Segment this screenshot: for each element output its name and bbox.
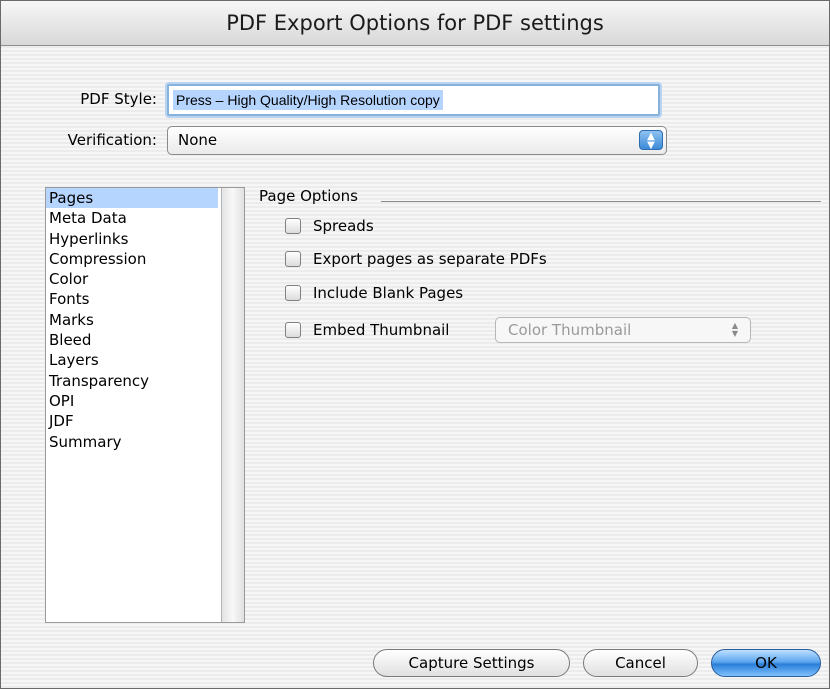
window-title: PDF Export Options for PDF settings — [226, 11, 604, 35]
spreads-option[interactable]: Spreads — [285, 215, 374, 237]
separate-pdfs-checkbox[interactable] — [285, 251, 301, 267]
popup-arrows-icon: ▲ ▼ — [731, 321, 738, 338]
pdf-style-value: Press – High Quality/High Resolution cop… — [173, 90, 443, 110]
list-item-color[interactable]: Color — [46, 269, 218, 289]
blank-pages-checkbox[interactable] — [285, 285, 301, 301]
list-item-compression[interactable]: Compression — [46, 249, 218, 269]
list-item-opi[interactable]: OPI — [46, 391, 218, 411]
list-scrollbar[interactable] — [221, 188, 244, 622]
verification-label: Verification: — [67, 131, 157, 149]
list-item-marks[interactable]: Marks — [46, 310, 218, 330]
list-item-pages[interactable]: Pages — [46, 188, 218, 209]
list-item-jdf[interactable]: JDF — [46, 411, 218, 431]
capture-settings-label: Capture Settings — [408, 654, 535, 672]
separate-pdfs-option[interactable]: Export pages as separate PDFs — [285, 248, 547, 270]
list-item-summary[interactable]: Summary — [46, 432, 218, 452]
cancel-label: Cancel — [615, 654, 666, 672]
list-item-layers[interactable]: Layers — [46, 350, 218, 370]
verification-value: None — [178, 131, 218, 149]
ok-label: OK — [755, 654, 777, 672]
ok-button[interactable]: OK — [711, 649, 821, 677]
list-item-transparency[interactable]: Transparency — [46, 371, 218, 391]
spreads-checkbox[interactable] — [285, 218, 301, 234]
list-item-meta-data[interactable]: Meta Data — [46, 208, 218, 228]
spreads-label: Spreads — [313, 217, 374, 235]
title-bar[interactable]: PDF Export Options for PDF settings — [1, 1, 829, 46]
popup-arrows-icon: ▲ ▼ — [639, 130, 663, 151]
thumbnail-checkbox[interactable] — [285, 322, 301, 338]
dialog-window: PDF Export Options for PDF settings PDF … — [0, 0, 830, 689]
category-list[interactable]: Pages Meta Data Hyperlinks Compression C… — [45, 187, 245, 623]
verification-select[interactable]: None ▲ ▼ — [167, 126, 667, 155]
list-item-fonts[interactable]: Fonts — [46, 289, 218, 309]
list-item-bleed[interactable]: Bleed — [46, 330, 218, 350]
separate-pdfs-label: Export pages as separate PDFs — [313, 250, 547, 268]
pdf-style-field[interactable]: Press – High Quality/High Resolution cop… — [167, 84, 660, 116]
blank-pages-label: Include Blank Pages — [313, 284, 464, 302]
capture-settings-button[interactable]: Capture Settings — [373, 649, 570, 677]
blank-pages-option[interactable]: Include Blank Pages — [285, 282, 463, 304]
thumbnail-select: Color Thumbnail ▲ ▼ — [495, 317, 751, 343]
thumbnail-option[interactable]: Embed Thumbnail — [285, 319, 449, 341]
pdf-style-label: PDF Style: — [80, 90, 157, 108]
list-item-hyperlinks[interactable]: Hyperlinks — [46, 229, 218, 249]
thumbnail-label: Embed Thumbnail — [313, 321, 450, 339]
cancel-button[interactable]: Cancel — [583, 649, 698, 677]
group-divider — [381, 201, 821, 202]
thumbnail-select-value: Color Thumbnail — [508, 321, 632, 339]
page-options-title: Page Options — [259, 187, 358, 205]
